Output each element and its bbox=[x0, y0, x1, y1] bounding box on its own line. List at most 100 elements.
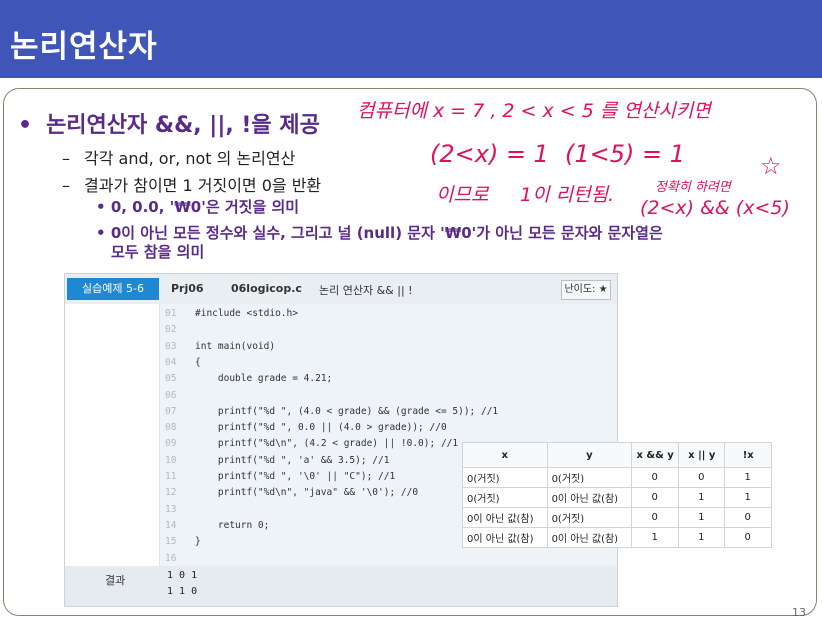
handwritten-note-4: (2<x) && (x<5) bbox=[640, 197, 790, 219]
table-cell: 1 bbox=[678, 507, 726, 528]
table-cell: 0이 아닌 값(참) bbox=[546, 527, 633, 548]
column-header: x || y bbox=[678, 442, 726, 468]
code-line: 08 printf("%d ", 0.0 || (4.0 > grade)); … bbox=[165, 422, 447, 433]
table-row: 0이 아닌 값(참) 0이 아닌 값(참) 1 1 0 bbox=[462, 527, 772, 548]
code-line: 12 printf("%d\n", "java" && '\0'); //0 bbox=[165, 487, 418, 498]
code-line: 04 { bbox=[165, 357, 201, 368]
column-header: !x bbox=[724, 442, 772, 468]
table-cell: 1 bbox=[678, 487, 726, 508]
column-header: x && y bbox=[631, 442, 680, 468]
handwritten-note-1: 컴퓨터에 x = 7 , 2 < x < 5 를 연산시키면 bbox=[357, 100, 711, 122]
line-number: 02 bbox=[165, 324, 177, 336]
handwritten-note-3c: 정확히 하려면 bbox=[655, 180, 731, 195]
line-number: 03 bbox=[165, 340, 177, 352]
table-cell: 1 bbox=[631, 527, 680, 548]
page-number: 13 bbox=[792, 606, 806, 619]
table-cell: 0 bbox=[631, 507, 680, 528]
sub-sub-item: • 0이 아닌 모든 정수와 실수, 그리고 널 (null) 문자 '₩0'가… bbox=[96, 224, 663, 242]
column-header: y bbox=[546, 442, 633, 468]
table-cell: 0 bbox=[724, 507, 772, 528]
code-text: printf("%d ", 'a' && 3.5); //1 bbox=[195, 454, 390, 466]
code-text: printf("%d\n", (4.2 < grade) || !0.0); /… bbox=[195, 438, 459, 450]
table-header-row: x y x && y x || y !x bbox=[462, 442, 772, 468]
code-text: printf("%d ", '\0' || "C"); //1 bbox=[195, 471, 396, 482]
table-cell: 0 bbox=[631, 487, 680, 508]
line-number: 10 bbox=[165, 454, 177, 466]
table-cell: 0 bbox=[724, 527, 772, 548]
sub-sub-item: • 0, 0.0, '₩0'은 거짓을 의미 bbox=[96, 198, 300, 216]
line-number: 12 bbox=[165, 487, 177, 499]
example-badge: 실습예제 5-6 bbox=[67, 278, 159, 300]
sub-sub-item-continuation: 모두 참을 의미 bbox=[111, 243, 205, 261]
star-icon: ☆ bbox=[760, 152, 782, 180]
line-number: 15 bbox=[165, 536, 177, 548]
table-cell: 0 bbox=[631, 467, 680, 488]
handwritten-note-3b: 1이 리턴됨. bbox=[520, 184, 615, 206]
table-cell: 0이 아닌 값(참) bbox=[462, 527, 548, 548]
truth-table: x y x && y x || y !x 0(거짓) 0(거짓) 0 0 1 0… bbox=[462, 442, 772, 548]
sub-sub-item-text: 0이 아닌 모든 정수와 실수, 그리고 널 (null) 문자 '₩0'가 아… bbox=[110, 224, 663, 242]
title-bar: 논리연산자 bbox=[0, 0, 822, 78]
line-number: 14 bbox=[165, 519, 177, 531]
table-row: 0이 아닌 값(참) 0(거짓) 0 1 0 bbox=[462, 507, 772, 528]
difficulty-badge: 난이도: ★ bbox=[561, 280, 611, 300]
line-number: 01 bbox=[165, 308, 177, 319]
table-cell: 1 bbox=[678, 527, 726, 548]
line-number: 05 bbox=[165, 373, 177, 385]
code-line: 14 return 0; bbox=[165, 520, 269, 531]
code-line: 01 #include <stdio.h> bbox=[165, 308, 298, 319]
table-row: 0(거짓) 0이 아닌 값(참) 0 1 1 bbox=[462, 487, 772, 508]
code-line: 11 printf("%d ", '\0' || "C"); //1 bbox=[165, 471, 395, 482]
table-cell: 1 bbox=[724, 467, 772, 488]
main-bullet-text: 논리연산자 &&, ||, !을 제공 bbox=[46, 113, 320, 138]
table-cell: 0(거짓) bbox=[462, 487, 548, 508]
line-number: 08 bbox=[165, 422, 177, 434]
handwritten-note-2a: (2<x) = 1 bbox=[430, 140, 549, 168]
code-text: #include <stdio.h> bbox=[195, 308, 298, 319]
code-example-panel: 실습예제 5-6 Prj06 06logicop.c 논리 연산자 && || … bbox=[64, 273, 618, 607]
code-text: { bbox=[195, 356, 201, 368]
code-line: 10 printf("%d ", 'a' && 3.5); //1 bbox=[165, 455, 389, 466]
table-cell: 1 bbox=[724, 487, 772, 508]
result-line: 1 0 1 bbox=[167, 570, 198, 581]
line-number: 04 bbox=[165, 356, 177, 368]
code-text: printf("%d ", (4.0 < grade) && (grade <=… bbox=[195, 405, 499, 417]
code-text: } bbox=[195, 536, 201, 548]
slide-title: 논리연산자 bbox=[10, 29, 158, 65]
example-description: 논리 연산자 && || ! bbox=[319, 284, 413, 297]
project-name: Prj06 bbox=[171, 282, 204, 295]
table-cell: 0(거짓) bbox=[546, 507, 633, 528]
code-line: 06 bbox=[165, 390, 195, 401]
code-line: 16 bbox=[165, 553, 195, 564]
main-bullet: • 논리연산자 &&, ||, !을 제공 bbox=[18, 107, 320, 139]
line-number: 09 bbox=[165, 438, 177, 450]
code-text: printf("%d ", 0.0 || (4.0 > grade)); //0 bbox=[195, 422, 447, 434]
code-gutter bbox=[65, 304, 160, 566]
sub-item: – 각각 and, or, not 의 논리연산 bbox=[62, 145, 295, 169]
bullet-dot-icon: • bbox=[18, 113, 33, 138]
code-text: int main(void) bbox=[195, 340, 276, 352]
sub-item-text: 결과가 참이면 1 거짓이면 0을 반환 bbox=[84, 176, 322, 195]
handwritten-note-3a: 이므로 bbox=[436, 184, 489, 206]
line-number: 11 bbox=[165, 471, 177, 482]
table-cell: 0이 아닌 값(참) bbox=[546, 487, 633, 508]
sub-item: – 결과가 참이면 1 거짓이면 0을 반환 bbox=[62, 172, 321, 196]
line-number: 07 bbox=[165, 405, 177, 417]
result-line: 1 1 0 bbox=[167, 586, 198, 597]
sub-sub-item-text: 0, 0.0, '₩0'은 거짓을 의미 bbox=[110, 198, 300, 216]
dash-icon: – bbox=[62, 176, 70, 195]
code-text: return 0; bbox=[195, 519, 270, 531]
code-line: 05 double grade = 4.21; bbox=[165, 373, 332, 384]
code-line: 15} bbox=[165, 536, 201, 547]
handwritten-note-2b: (1<5) = 1 bbox=[565, 140, 686, 168]
column-header: x bbox=[462, 442, 548, 468]
code-text: double grade = 4.21; bbox=[195, 373, 333, 385]
code-line: 13 bbox=[165, 504, 195, 515]
line-number: 06 bbox=[165, 389, 177, 401]
table-cell: 0(거짓) bbox=[462, 467, 548, 488]
line-number: 16 bbox=[165, 552, 177, 564]
sub-item-text: 각각 and, or, not 의 논리연산 bbox=[84, 149, 296, 168]
dash-icon: – bbox=[62, 149, 70, 168]
result-area bbox=[65, 566, 617, 606]
result-label: 결과 bbox=[105, 574, 126, 587]
